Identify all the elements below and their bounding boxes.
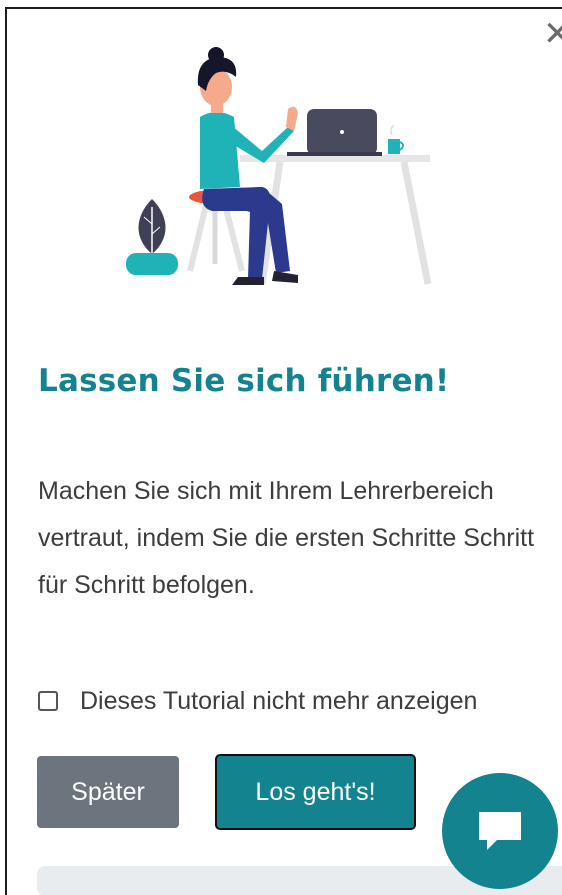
later-button[interactable]: Später — [37, 756, 179, 828]
dont-show-again-row[interactable]: Dieses Tutorial nicht mehr anzeigen — [38, 683, 562, 719]
laptop-icon — [287, 109, 382, 156]
cup-icon — [388, 124, 404, 154]
plant-icon — [126, 199, 178, 275]
chat-bubble-icon — [479, 812, 521, 850]
dont-show-again-checkbox[interactable] — [38, 691, 58, 711]
tutorial-dialog: ✕ — [5, 7, 562, 895]
close-icon: ✕ — [543, 17, 562, 51]
dialog-title: Lassen Sie sich führen! — [38, 363, 450, 399]
start-tutorial-button[interactable]: Los geht's! — [215, 754, 416, 830]
chat-button[interactable] — [442, 773, 558, 889]
person-at-desk-illustration — [126, 47, 432, 285]
close-button[interactable]: ✕ — [543, 17, 562, 51]
dialog-description: Machen Sie sich mit Ihrem Lehrerbereich … — [38, 477, 535, 599]
dont-show-again-label[interactable]: Dieses Tutorial nicht mehr anzeigen — [80, 687, 477, 716]
